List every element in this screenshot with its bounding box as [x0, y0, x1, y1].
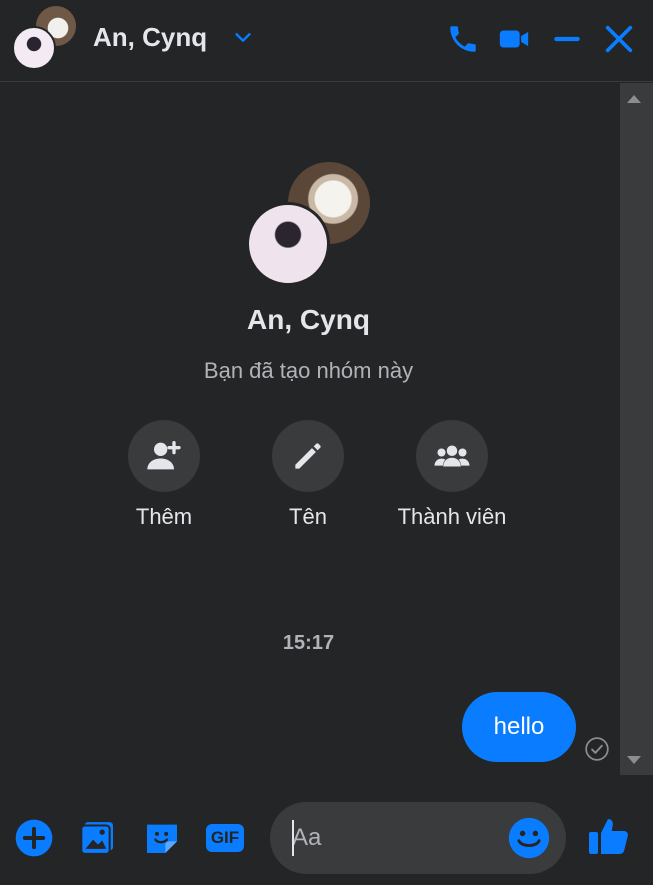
plus-icon[interactable] [14, 818, 54, 858]
group-avatar[interactable] [12, 4, 82, 70]
rename-circle[interactable] [272, 420, 344, 492]
members-button[interactable]: Thành viên [382, 420, 522, 530]
add-member-label: Thêm [135, 504, 193, 529]
chat-header: An, Cynq [0, 0, 653, 82]
message-input[interactable] [292, 820, 502, 856]
group-icon [434, 445, 470, 467]
seen-check-icon [585, 737, 609, 761]
pencil-icon [295, 443, 321, 469]
avatar-girl-large [246, 202, 330, 286]
message-input-box[interactable] [270, 802, 566, 874]
add-member-circle[interactable] [128, 420, 200, 492]
emoji-icon[interactable] [507, 816, 551, 860]
scroll-down-icon[interactable] [627, 756, 641, 764]
scroll-up-icon[interactable] [627, 95, 641, 103]
add-member-button[interactable]: Thêm [94, 420, 234, 530]
like-icon[interactable] [585, 812, 633, 860]
members-label: Thành viên [397, 504, 507, 529]
scrollbar[interactable] [620, 83, 653, 775]
message-bubble[interactable]: hello [462, 692, 576, 762]
add-person-icon [147, 441, 181, 470]
gif-label: GIF [210, 828, 240, 847]
chevron-down-icon[interactable] [232, 26, 254, 48]
text-caret [292, 820, 294, 856]
gif-button[interactable]: GIF [205, 818, 245, 858]
sticker-icon[interactable] [142, 818, 182, 858]
avatar-girl [12, 26, 56, 70]
photo-icon[interactable] [78, 818, 118, 858]
phone-icon[interactable] [446, 22, 480, 56]
rename-button[interactable]: Tên [238, 420, 378, 530]
rename-label: Tên [289, 504, 327, 529]
group-avatar-large [246, 162, 372, 288]
group-subtitle: Bạn đã tạo nhóm này [203, 358, 414, 383]
members-circle[interactable] [416, 420, 488, 492]
chat-title[interactable]: An, Cynq [93, 22, 207, 53]
minimize-icon[interactable] [550, 22, 584, 56]
video-icon[interactable] [497, 22, 531, 56]
close-icon[interactable] [602, 22, 636, 56]
group-name: An, Cynq [247, 304, 370, 335]
message-timestamp: 15:17 [282, 632, 335, 654]
